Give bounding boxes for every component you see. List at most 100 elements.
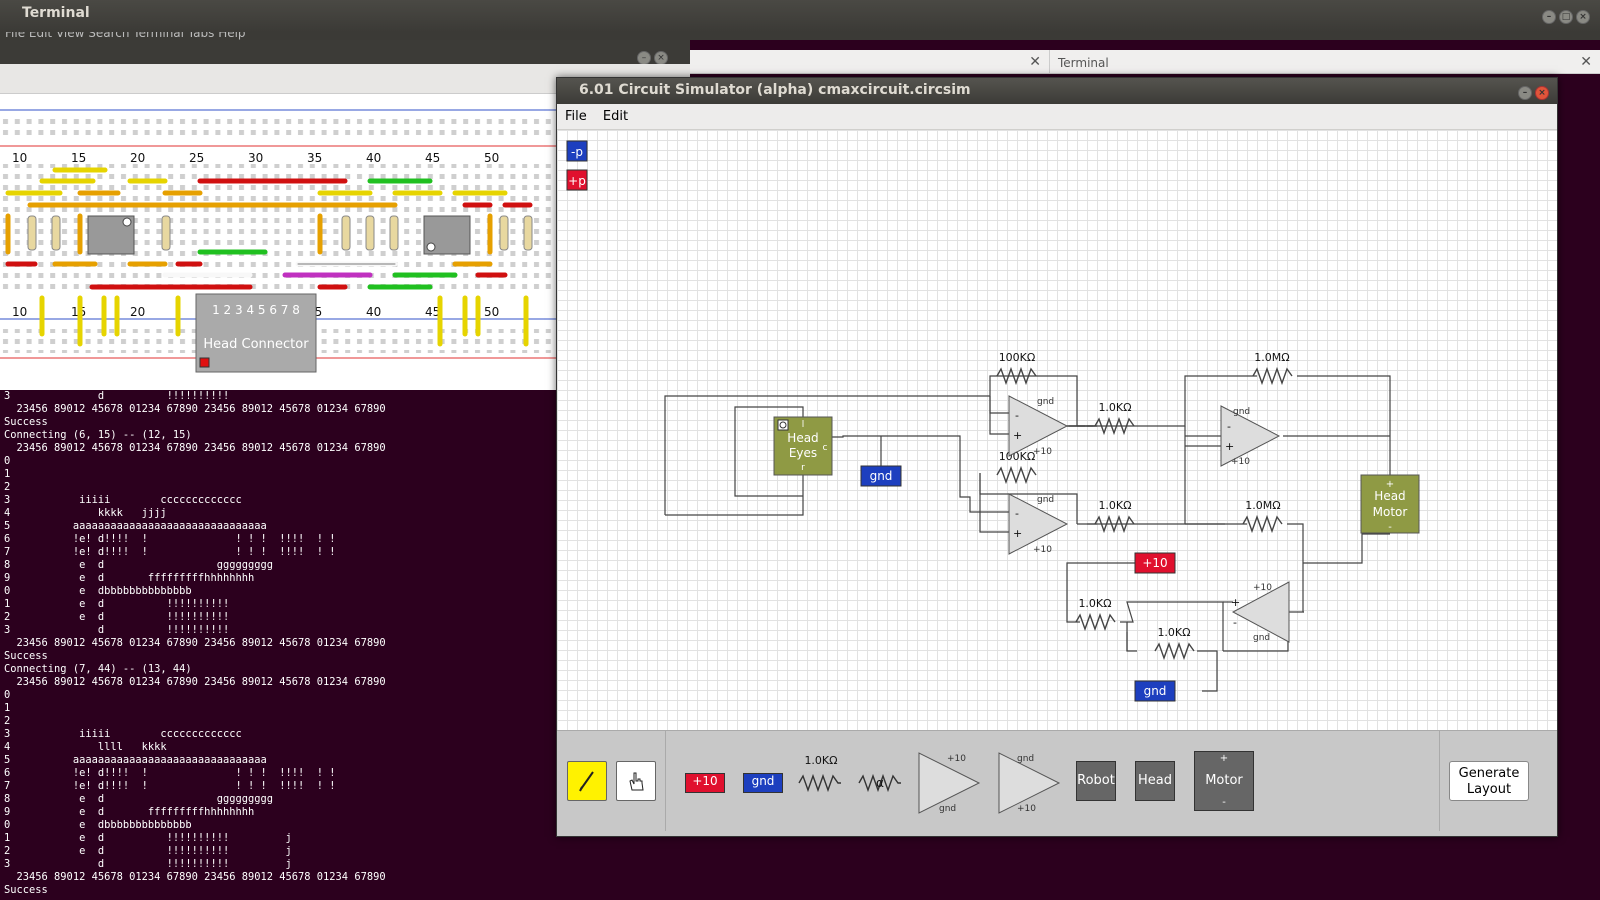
resistor-1k-d-label: 1.0KΩ <box>1157 626 1190 639</box>
terminal-line: 1 <box>4 702 11 714</box>
resistor-100k-top-label: 100KΩ <box>999 351 1036 364</box>
terminal-line: Connecting (7, 44) -- (13, 44) <box>4 663 192 675</box>
terminal-line: 3 d !!!!!!!!!! <box>4 390 230 402</box>
svg-text:r: r <box>801 463 805 473</box>
svg-text:gnd: gnd <box>1253 633 1270 643</box>
opamp-1[interactable]: gnd - + +10 <box>1008 395 1069 457</box>
terminal-tabs-bar: ✕ Terminal ✕ <box>690 50 1600 74</box>
resistor-1k-a-label: 1.0KΩ <box>1098 401 1131 414</box>
circuit-simulator-window: 6.01 Circuit Simulator (alpha) cmaxcircu… <box>556 77 1558 837</box>
terminal-output[interactable]: 3 d !!!!!!!!!! 23456 89012 45678 01234 6… <box>0 390 556 900</box>
svg-text:-p: -p <box>571 145 583 159</box>
close-icon[interactable]: × <box>654 51 668 65</box>
tab-terminal[interactable]: Terminal ✕ <box>1050 50 1600 74</box>
terminal-line: 8 e d ggggggggg <box>4 559 273 571</box>
palette-motor[interactable]: + Motor - <box>1194 751 1254 811</box>
terminal-line: 5 aaaaaaaaaaaaaaaaaaaaaaaaaaaaaaa <box>4 520 267 532</box>
opamp-2[interactable]: gnd - + +10 <box>1008 493 1069 555</box>
close-icon[interactable]: × <box>1535 86 1549 100</box>
head-eyes-component[interactable]: l Head Eyes c r <box>773 416 833 476</box>
pencil-icon <box>579 771 594 792</box>
terminal-line: 23456 89012 45678 01234 67890 23456 8901… <box>4 403 386 415</box>
opamp-4[interactable]: +10 + - gnd <box>1231 581 1290 643</box>
minimize-icon[interactable]: – <box>1542 10 1556 24</box>
terminal-line: 0 e dbbbbbbbbbbbbbb <box>4 585 192 597</box>
svg-text:-: - <box>1233 616 1237 629</box>
draw-tool-button[interactable] <box>567 761 607 801</box>
background-terminal-titlebar[interactable]: Terminal – □ × <box>0 0 1600 32</box>
breadboard-titlebar[interactable]: – × <box>0 40 690 65</box>
menu-file[interactable]: File <box>565 109 587 124</box>
svg-text:Eyes: Eyes <box>789 446 817 460</box>
svg-text:l: l <box>802 420 805 430</box>
window-controls: – □ × <box>1539 7 1590 24</box>
terminal-line: 1 e d !!!!!!!!!! j <box>4 832 292 844</box>
hand-icon <box>629 772 644 791</box>
terminal-line: 23456 89012 45678 01234 67890 23456 8901… <box>4 871 386 883</box>
breadboard-row-number: 15 <box>71 151 86 165</box>
svg-text:+: + <box>1231 596 1240 609</box>
terminal-line: 0 e dbbbbbbbbbbbbbb <box>4 819 192 831</box>
tab-1[interactable]: ✕ <box>690 50 1050 74</box>
palette-opamps[interactable]: +10 gnd gnd +10 <box>917 747 1067 817</box>
terminal-line: 9 e d fffffffffhhhhhhhh <box>4 572 255 584</box>
close-tab-icon[interactable]: ✕ <box>1029 54 1041 70</box>
svg-text:+10: +10 <box>1231 457 1250 467</box>
background-terminal-title: Terminal <box>22 5 90 21</box>
minimize-icon[interactable]: – <box>637 51 651 65</box>
svg-text:gnd: gnd <box>870 469 893 483</box>
terminal-line: 1 <box>4 468 11 480</box>
opamp-3[interactable]: gnd - + +10 <box>1220 405 1281 467</box>
svg-text:-: - <box>1227 420 1231 433</box>
svg-text:-: - <box>1388 522 1392 533</box>
select-tool-button[interactable] <box>616 761 656 801</box>
breadboard-row-number: 40 <box>366 305 381 319</box>
minimize-icon[interactable]: – <box>1518 86 1532 100</box>
svg-text:c: c <box>823 443 828 453</box>
svg-text:gnd: gnd <box>939 804 956 814</box>
component-palette: +10 gnd 1.0KΩ α +10 gnd gnd +10 Robot He… <box>557 730 1557 836</box>
simulator-titlebar[interactable]: 6.01 Circuit Simulator (alpha) cmaxcircu… <box>557 78 1557 104</box>
menu-text: File Edit View Search Terminal Tabs Help <box>5 32 246 40</box>
terminal-line: Success <box>4 416 48 428</box>
terminal-line: 0 <box>4 455 11 467</box>
probe-minus[interactable]: -p <box>566 140 588 162</box>
svg-text:+: + <box>1013 429 1022 442</box>
generate-layout-button[interactable]: Generate Layout <box>1449 761 1529 801</box>
palette-resistors[interactable]: 1.0KΩ α <box>797 749 917 809</box>
gnd-tag-2[interactable]: gnd <box>1134 680 1176 702</box>
svg-text:gnd: gnd <box>1037 397 1054 407</box>
circuit-canvas[interactable]: -p +p 100KΩ 100KΩ 1.0KΩ 1.0KΩ 1.0MΩ 1.0M… <box>557 130 1557 730</box>
palette-gnd[interactable]: gnd <box>743 773 783 793</box>
terminal-line: 7 !e! d!!!! ! ! ! ! !!!! ! ! <box>4 546 336 558</box>
plus10-tag[interactable]: +10 <box>1134 552 1176 574</box>
terminal-line: 7 !e! d!!!! ! ! ! ! !!!! ! ! <box>4 780 336 792</box>
background-terminal-menubar: File Edit View Search Terminal Tabs Help <box>0 32 1600 40</box>
close-tab-icon[interactable]: ✕ <box>1580 54 1592 70</box>
menu-edit[interactable]: Edit <box>603 109 628 124</box>
svg-text:1.0KΩ: 1.0KΩ <box>804 754 837 767</box>
svg-text:-: - <box>1015 507 1019 520</box>
breadboard-row-number: 40 <box>366 151 381 165</box>
breadboard-row-number: 35 <box>307 151 322 165</box>
terminal-line: 23456 89012 45678 01234 67890 23456 8901… <box>4 637 386 649</box>
svg-text:+10: +10 <box>1033 447 1052 457</box>
head-motor-component[interactable]: + Head Motor - <box>1360 474 1420 534</box>
breadboard-row-number: 45 <box>425 151 440 165</box>
gnd-tag-1[interactable]: gnd <box>860 465 902 487</box>
palette-head[interactable]: Head <box>1135 761 1175 801</box>
terminal-line: 4 llll kkkk <box>4 741 167 753</box>
head-connector-label: Head Connector <box>203 337 309 352</box>
close-icon[interactable]: × <box>1576 10 1590 24</box>
probe-plus[interactable]: +p <box>566 169 588 191</box>
terminal-line: 3 d !!!!!!!!!! j <box>4 858 292 870</box>
svg-text:Head: Head <box>787 431 818 445</box>
maximize-icon[interactable]: □ <box>1559 10 1573 24</box>
svg-text:+10: +10 <box>1253 583 1272 593</box>
palette-robot[interactable]: Robot <box>1076 761 1116 801</box>
svg-text:+: + <box>1225 440 1234 453</box>
palette-plus10[interactable]: +10 <box>685 773 725 793</box>
breadboard-row-number: 50 <box>484 151 499 165</box>
svg-text:+10: +10 <box>1017 804 1036 814</box>
breadboard-row-number: 10 <box>12 151 27 165</box>
